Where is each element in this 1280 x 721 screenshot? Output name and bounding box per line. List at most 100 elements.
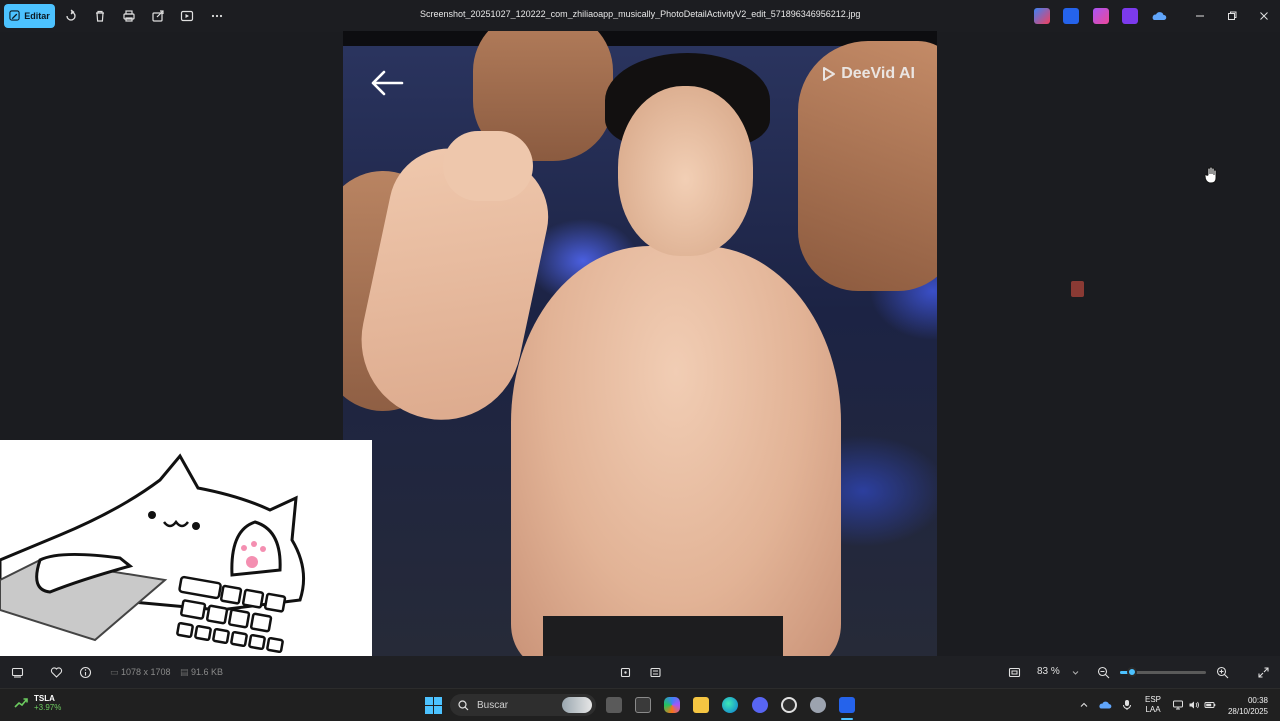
maximize-icon [1228, 11, 1237, 20]
rotate-button[interactable] [63, 8, 79, 24]
title-bar: Editar Screenshot_20251027_120222_com_zh… [0, 0, 1280, 32]
battery-tray-button[interactable] [1202, 697, 1218, 713]
language-code: ESP [1144, 695, 1161, 704]
photo-figure-shorts [543, 616, 783, 656]
delete-button[interactable] [92, 8, 108, 24]
network-tray-button[interactable] [1170, 697, 1186, 713]
taskbar-search[interactable]: Buscar [450, 694, 596, 716]
compare-icon [649, 667, 661, 677]
compare-button[interactable] [647, 664, 663, 680]
network-icon [1173, 700, 1183, 710]
photo-figure-torso [511, 246, 841, 656]
gallery-icon [11, 667, 23, 678]
share-button[interactable] [150, 8, 166, 24]
info-icon [79, 666, 91, 678]
show-hidden-icons-button[interactable] [1076, 697, 1092, 713]
image-file-size: ▤ 91.6 KB [180, 667, 223, 678]
photo-figure-head [618, 86, 753, 256]
store-app-icon[interactable] [635, 697, 651, 713]
share-icon [152, 10, 164, 22]
zoom-slider[interactable] [1120, 667, 1206, 677]
zoom-out-button[interactable] [1095, 664, 1111, 680]
close-icon [1260, 12, 1268, 20]
slideshow-icon [180, 10, 194, 22]
fullscreen-icon [1257, 666, 1269, 678]
info-button[interactable] [77, 664, 93, 680]
favorite-button[interactable] [48, 664, 64, 680]
zoom-in-icon [1216, 666, 1228, 678]
delete-icon [96, 10, 104, 22]
bongo-cat-overlay [0, 440, 372, 662]
clock-time: 00:38 [1247, 696, 1268, 705]
actual-size-button[interactable] [1006, 664, 1022, 680]
system-clock[interactable]: 00:38 28/10/2025 [1222, 695, 1268, 717]
github-app-icon[interactable] [781, 697, 797, 713]
onedrive-app-icon[interactable] [1151, 8, 1167, 24]
file-size-icon: ▤ [180, 667, 192, 677]
zoom-percentage[interactable]: 83 % [1037, 666, 1060, 677]
image-dimensions: ▭ 1078 x 1708 [110, 667, 171, 678]
more-icon [211, 14, 223, 18]
print-button[interactable] [121, 8, 137, 24]
chevron-down-icon [1072, 670, 1078, 675]
designer-app-icon[interactable] [1122, 8, 1138, 24]
floating-sticker [1071, 281, 1084, 297]
edge-browser-icon[interactable] [722, 697, 738, 713]
windows-start-icon [425, 697, 442, 714]
chevron-up-icon [1080, 702, 1088, 707]
zoom-dropdown[interactable] [1067, 664, 1083, 680]
settings-app-icon[interactable] [810, 697, 826, 713]
rotate-icon [66, 9, 76, 21]
zoom-in-button[interactable] [1214, 664, 1230, 680]
favorite-icon [50, 666, 62, 678]
slideshow-button[interactable] [179, 8, 195, 24]
actual-size-icon [1008, 667, 1020, 677]
displayed-photo: DeeVid AI [343, 31, 937, 656]
status-bar: ▭ 1078 x 1708 ▤ 91.6 KB 83 % [0, 656, 1280, 688]
stock-widget[interactable]: TSLA +3.97% [14, 694, 61, 712]
photo-figure-fist [443, 131, 533, 201]
search-icon [458, 699, 469, 710]
edit-button[interactable]: Editar [4, 4, 55, 28]
stock-symbol: TSLA [34, 694, 55, 703]
zoom-slider-thumb[interactable] [1127, 667, 1138, 677]
microphone-tray-button[interactable] [1119, 697, 1135, 713]
minimize-button[interactable] [1192, 8, 1208, 24]
clipchamp-app-icon[interactable] [1093, 8, 1109, 24]
fullscreen-button[interactable] [1255, 664, 1271, 680]
fit-icon [620, 667, 630, 677]
photos-taskbar-icon[interactable] [839, 697, 855, 713]
file-explorer-icon[interactable] [693, 697, 709, 713]
edit-button-label: Editar [24, 11, 50, 21]
dimensions-icon: ▭ [110, 667, 122, 677]
watermark-text: DeeVid AI [841, 65, 915, 82]
gallery-button[interactable] [9, 664, 25, 680]
volume-tray-button[interactable] [1186, 697, 1202, 713]
search-highlight-image [562, 697, 592, 713]
close-button[interactable] [1256, 8, 1272, 24]
start-button[interactable] [425, 697, 442, 714]
stock-change: +3.97% [34, 703, 62, 712]
fit-button[interactable] [617, 664, 633, 680]
more-button[interactable] [209, 8, 225, 24]
cloud-icon [1152, 12, 1167, 20]
discord-app-icon[interactable] [752, 697, 768, 713]
task-view-app-icon[interactable] [606, 697, 622, 713]
onedrive-tray-button[interactable] [1097, 697, 1113, 713]
bongo-cat-illustration [0, 440, 372, 662]
zoom-out-icon [1097, 666, 1109, 678]
search-placeholder: Buscar [477, 699, 509, 711]
deevid-logo-icon [823, 67, 836, 81]
windows-taskbar: TSLA +3.97% Buscar ESP LAA 00:38 28/10/2… [0, 688, 1280, 721]
input-language[interactable]: ESP LAA [1142, 695, 1164, 715]
photo-edit-icon [9, 9, 20, 23]
maximize-button[interactable] [1224, 8, 1240, 24]
stock-trend-icon [14, 698, 28, 708]
back-arrow-button [367, 67, 407, 99]
hand-cursor-icon [1204, 166, 1218, 184]
file-size-text: 91.6 KB [191, 667, 224, 677]
clock-date: 28/10/2025 [1227, 707, 1268, 716]
photos-app-icon[interactable] [1063, 8, 1079, 24]
copilot-taskbar-icon[interactable] [664, 697, 680, 713]
copilot-app-icon[interactable] [1034, 8, 1050, 24]
